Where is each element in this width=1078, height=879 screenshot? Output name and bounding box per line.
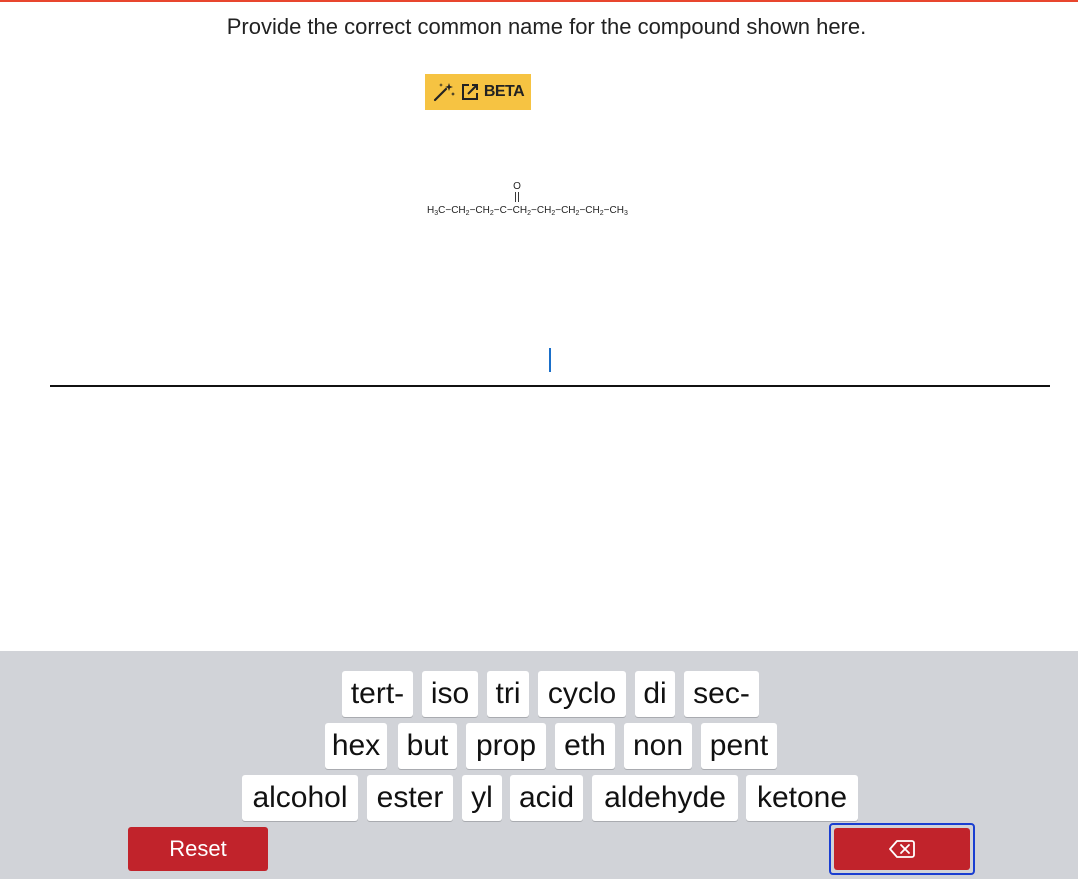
keyboard-row-1: tert- iso tri cyclo di sec- [0,671,1078,717]
condensed-formula: H3C−CH2−CH2−C−CH2−CH2−CH2−CH2−CH3 [427,205,628,217]
key-but[interactable]: but [398,723,457,769]
key-ketone[interactable]: ketone [746,775,858,821]
key-tert[interactable]: tert- [342,671,413,717]
answer-underline [50,385,1050,387]
question-prompt: Provide the correct common name for the … [226,14,867,39]
key-iso[interactable]: iso [422,671,478,717]
chemical-structure: O H3C−CH2−CH2−C−CH2−CH2−CH2−CH2−CH3 [422,176,682,220]
key-prop[interactable]: prop [466,723,546,769]
magic-wand-icon [433,83,455,102]
top-accent-rule [0,0,1078,2]
key-non[interactable]: non [624,723,692,769]
keyboard-row-2: hex but prop eth non pent [0,723,1078,769]
key-tri[interactable]: tri [487,671,529,717]
backspace-focus-ring [829,823,975,875]
text-cursor [549,348,551,372]
key-yl[interactable]: yl [462,775,502,821]
key-hex[interactable]: hex [325,723,387,769]
backspace-icon [889,840,915,858]
key-aldehyde[interactable]: aldehyde [592,775,738,821]
reset-button[interactable]: Reset [128,827,268,871]
key-di[interactable]: di [635,671,675,717]
key-eth[interactable]: eth [555,723,615,769]
key-alcohol[interactable]: alcohol [242,775,358,821]
carbonyl-oxygen: O [513,181,521,192]
beta-badge[interactable]: BETA [425,74,531,110]
key-pent[interactable]: pent [701,723,777,769]
external-link-icon [461,84,478,100]
key-cyclo[interactable]: cyclo [538,671,626,717]
key-sec[interactable]: sec- [684,671,759,717]
backspace-button[interactable] [834,828,970,870]
beta-label: BETA [483,83,525,100]
keyboard-row-3: alcohol ester yl acid aldehyde ketone [0,775,1078,821]
key-acid[interactable]: acid [510,775,583,821]
key-ester[interactable]: ester [367,775,453,821]
